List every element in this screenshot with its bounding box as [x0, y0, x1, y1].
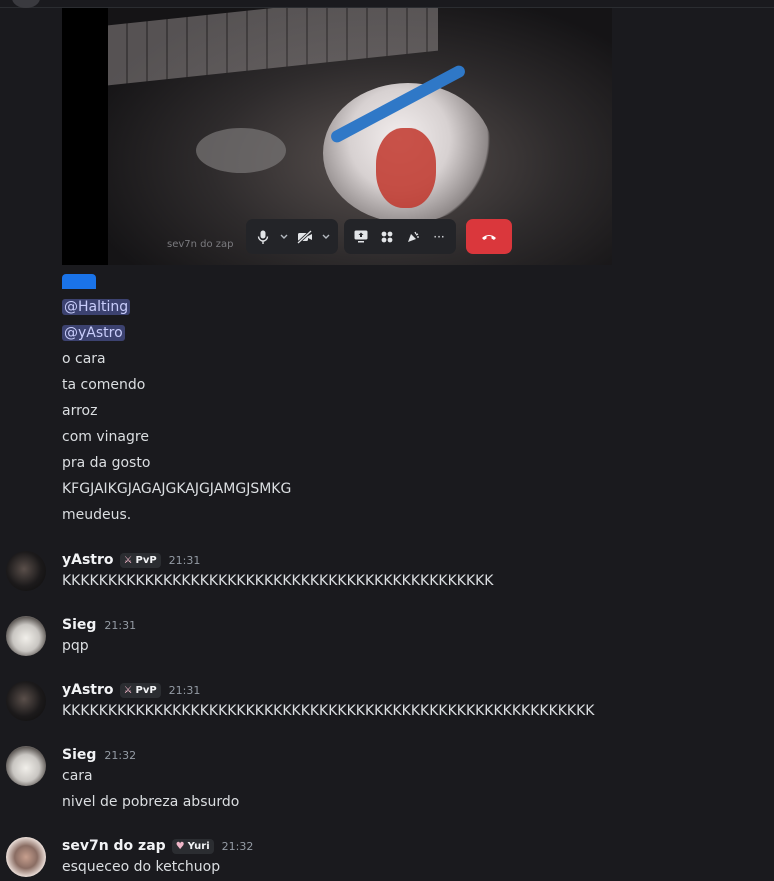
message-text: o cara	[62, 351, 106, 367]
message-text: meudeus.	[62, 507, 132, 523]
role-tag[interactable]: ⚔ PvP	[119, 682, 161, 698]
chevron-down-icon[interactable]	[278, 226, 290, 248]
username[interactable]: Sieg	[62, 617, 96, 633]
message-text: ta comendo	[62, 377, 146, 393]
microphone-icon[interactable]	[252, 226, 274, 248]
stream-username: sev7n do zap	[167, 239, 234, 250]
message-header: Sieg 21:32	[62, 747, 136, 763]
message-text: com vinagre	[62, 429, 149, 445]
sauce-image	[376, 128, 436, 208]
crossed-swords-icon: ⚔	[123, 554, 133, 566]
user-mention[interactable]: @yAstro	[62, 325, 125, 341]
spoon-image	[196, 128, 286, 173]
message-text: esqueceo do ketchuop	[62, 859, 221, 875]
message-line: @Halting	[62, 299, 131, 315]
username[interactable]: yAstro	[62, 682, 114, 698]
camera-off-icon[interactable]	[294, 226, 316, 248]
avatar[interactable]	[6, 551, 46, 591]
message-header: yAstro ⚔ PvP 21:31	[62, 552, 200, 568]
timestamp[interactable]: 21:31	[169, 554, 201, 567]
message-text: cara	[62, 768, 93, 784]
top-divider	[0, 0, 774, 8]
video-stream[interactable]: sev7n do zap ···	[62, 8, 612, 265]
message-text: nivel de pobreza absurdo	[62, 794, 240, 810]
message-header: sev7n do zap ♥ Yuri 21:32	[62, 838, 253, 854]
tag-label: Yuri	[187, 840, 210, 852]
crossed-swords-icon: ⚔	[123, 684, 133, 696]
tag-label: PvP	[135, 684, 157, 696]
avatar[interactable]	[6, 616, 46, 656]
timestamp[interactable]: 21:32	[104, 749, 136, 762]
message-text: KKKKKKKKKKKKKKKKKKKKKKKKKKKKKKKKKKKKKKKK…	[62, 703, 595, 719]
role-tag[interactable]: ♥ Yuri	[171, 838, 214, 854]
message-text: pqp	[62, 638, 89, 654]
message-header: yAstro ⚔ PvP 21:31	[62, 682, 200, 698]
hang-up-button[interactable]	[466, 219, 512, 254]
actions-group: ···	[344, 219, 456, 254]
message-header: Sieg 21:31	[62, 617, 136, 633]
username[interactable]: yAstro	[62, 552, 114, 568]
call-controls: ···	[246, 219, 512, 254]
hang-up-icon	[482, 234, 496, 240]
timestamp[interactable]: 21:31	[169, 684, 201, 697]
heart-icon: ♥	[175, 840, 185, 852]
embed-accent	[62, 274, 96, 289]
message-text: KKKKKKKKKKKKKKKKKKKKKKKKKKKKKKKKKKKKKKKK…	[62, 573, 494, 589]
timestamp[interactable]: 21:32	[222, 840, 254, 853]
avatar[interactable]	[6, 681, 46, 721]
audio-video-group	[246, 219, 338, 254]
avatar[interactable]	[6, 837, 46, 877]
keyboard-image	[108, 8, 438, 86]
screen-share-icon[interactable]	[350, 226, 372, 248]
soundboard-icon[interactable]	[402, 226, 424, 248]
username[interactable]: Sieg	[62, 747, 96, 763]
message-text: pra da gosto	[62, 455, 151, 471]
message-text: arroz	[62, 403, 98, 419]
message-text: KFGJAIKGJAGAJGKAJGJAMGJSMKG	[62, 481, 292, 497]
tag-label: PvP	[135, 554, 157, 566]
role-tag[interactable]: ⚔ PvP	[119, 552, 161, 568]
chevron-down-icon[interactable]	[320, 226, 332, 248]
avatar[interactable]	[6, 746, 46, 786]
activities-icon[interactable]	[376, 226, 398, 248]
more-icon[interactable]: ···	[428, 226, 450, 248]
message-line: @yAstro	[62, 325, 125, 341]
timestamp[interactable]: 21:31	[104, 619, 136, 632]
user-mention[interactable]: @Halting	[62, 299, 131, 315]
video-letterbox	[62, 8, 108, 265]
username[interactable]: sev7n do zap	[62, 838, 166, 854]
